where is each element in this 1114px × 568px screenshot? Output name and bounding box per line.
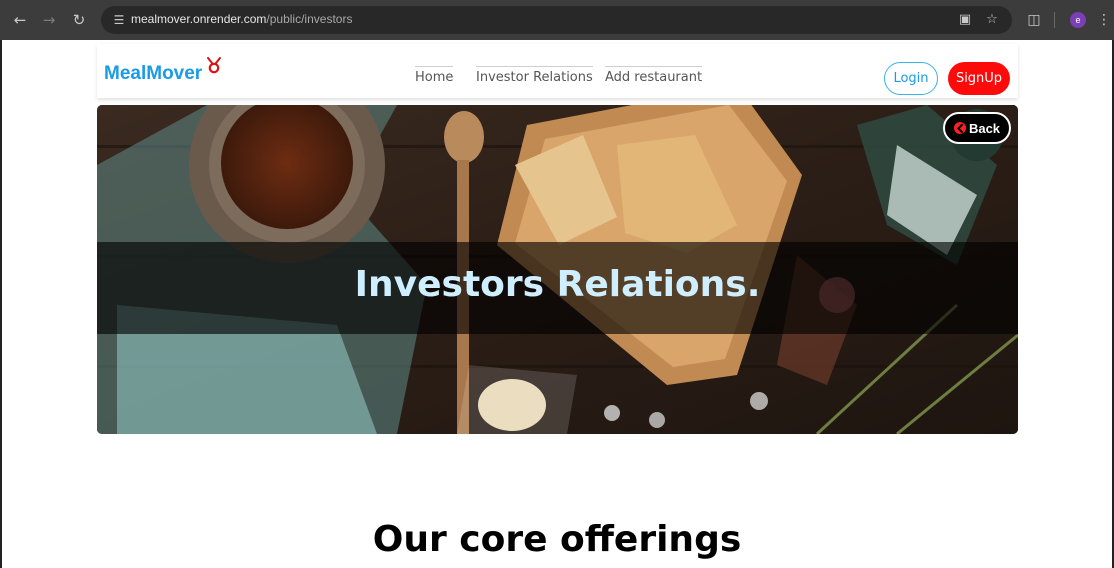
bookmark-star-icon[interactable]: ☆ (983, 11, 1001, 29)
back-arrow-icon[interactable]: ← (8, 8, 32, 32)
toolbar-divider (1054, 12, 1055, 28)
nav-link-home[interactable]: Home (415, 66, 454, 88)
back-button[interactable]: Back (943, 112, 1011, 144)
hero-banner: Investors Relations. Back (97, 105, 1018, 434)
brand-logo-text[interactable]: MealMover (104, 63, 202, 85)
back-circle-icon (953, 122, 966, 134)
extensions-icon[interactable]: ◫ (1022, 8, 1046, 32)
nav-link-add-restaurant[interactable]: Add restaurant (605, 66, 703, 88)
address-bar[interactable]: ☰ mealmover.onrender.com/public/investor… (101, 6, 1012, 34)
login-button[interactable]: Login (884, 62, 938, 95)
reload-icon[interactable]: ↻ (67, 8, 91, 32)
signup-button[interactable]: SignUp (948, 62, 1010, 95)
cast-icon[interactable]: ▣ (956, 11, 974, 29)
profile-avatar[interactable]: e (1070, 12, 1086, 28)
core-offerings-heading: Our core offerings (372, 519, 742, 560)
brand-logo-icon (207, 57, 221, 74)
site-navbar: MealMover Home Investor Relations Add re… (97, 44, 1018, 98)
browser-toolbar: ← → ↻ ☰ mealmover.onrender.com/public/in… (0, 0, 1114, 40)
viewport-edge-left (0, 40, 2, 568)
url-text: mealmover.onrender.com/public/investors (131, 12, 353, 26)
back-button-label: Back (968, 120, 1001, 136)
hero-title: Investors Relations. (354, 264, 761, 305)
more-menu-icon[interactable]: ⋮ (1096, 8, 1112, 32)
forward-arrow-icon[interactable]: → (37, 8, 61, 32)
site-info-icon[interactable]: ☰ (110, 11, 128, 29)
nav-link-investor-relations[interactable]: Investor Relations (476, 66, 593, 88)
